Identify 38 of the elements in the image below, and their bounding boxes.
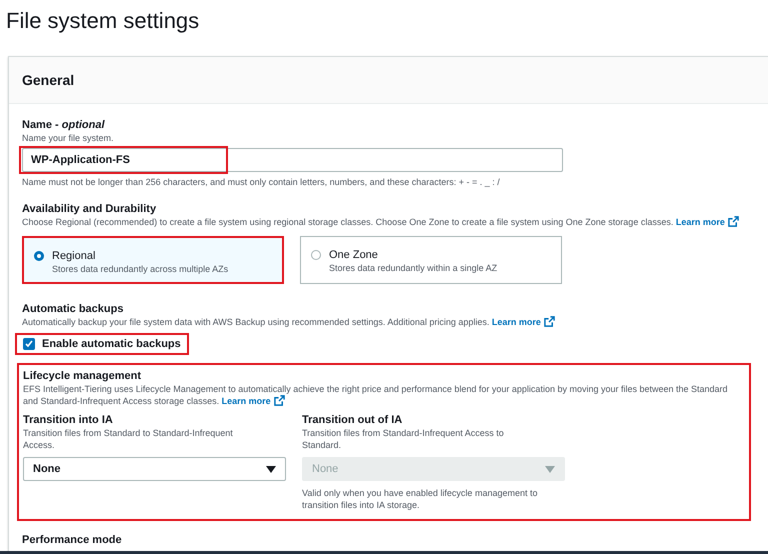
section-description: Automatically backup your file system data with AWS Backup using recommended settings. Additional pricing applies. Learn more xyxy=(22,316,752,328)
field-label: Transition out of IA xyxy=(302,413,404,427)
option-description: Stores data redundantly within a single AZ xyxy=(329,262,498,274)
external-link-icon xyxy=(728,216,739,227)
select-dropdown[interactable]: None xyxy=(23,457,286,481)
field-label: Name - optional xyxy=(22,118,106,132)
field-label: Transition into IA xyxy=(23,413,114,427)
section-label: Lifecycle management xyxy=(23,369,142,383)
constraint-text: Name must not be longer than 256 characters, and must only contain letters, numbers, and these characters: + - = . _ : / xyxy=(22,176,501,188)
learn-more-link[interactable]: Learn more xyxy=(492,317,555,327)
section-description: EFS Intelligent-Tiering uses Lifecycle Management to automatically achieve the right price and performance blend for your application by moving your files between the Standard and Standard-Infrequent Access storage classes. Learn more xyxy=(23,383,729,407)
learn-more-link[interactable]: Learn more xyxy=(222,396,285,406)
section-label: Performance mode xyxy=(22,533,123,547)
option-title: Regional xyxy=(52,249,96,263)
radio-card[interactable]: One Zone Stores data redundantly within a single AZ xyxy=(300,236,562,284)
checkbox-row[interactable]: Enable automatic backups xyxy=(15,333,189,355)
radio-card[interactable]: Regional Stores data redundantly across multiple AZs xyxy=(22,236,284,284)
checkbox[interactable] xyxy=(23,338,35,350)
external-link-icon xyxy=(544,316,555,327)
caret-icon xyxy=(266,466,276,472)
section-label: Availability and Durability xyxy=(22,202,158,216)
field-note: Valid only when you have enabled lifecycle management to transition files into IA storage. xyxy=(302,487,538,511)
field-description: Name your file system. xyxy=(22,132,115,144)
learn-more-link[interactable]: Learn more xyxy=(676,217,739,227)
external-link-icon xyxy=(274,395,285,406)
name-input[interactable]: WP-Application-FS xyxy=(22,148,563,172)
panel-title: General xyxy=(22,72,74,88)
section-label: Automatic backups xyxy=(22,302,124,316)
field-description: Transition files from Standard to Standard-Infrequent Access. xyxy=(23,427,234,451)
caret-icon xyxy=(545,466,555,472)
section-description: Choose Regional (recommended) to create a file system using regional storage classes. Choose One Zone to create a file system using One Zone storage classes. Learn more xyxy=(22,216,752,228)
radio-button[interactable] xyxy=(34,251,44,261)
radio-button[interactable] xyxy=(311,250,321,260)
page-title: File system settings xyxy=(6,8,200,35)
checkbox-label: Enable automatic backups xyxy=(42,338,181,350)
option-description: Stores data redundantly across multiple AZs xyxy=(52,263,228,275)
option-title: One Zone xyxy=(329,248,379,262)
field-description: Transition files from Standard-Infrequent Access to Standard. xyxy=(302,427,505,451)
